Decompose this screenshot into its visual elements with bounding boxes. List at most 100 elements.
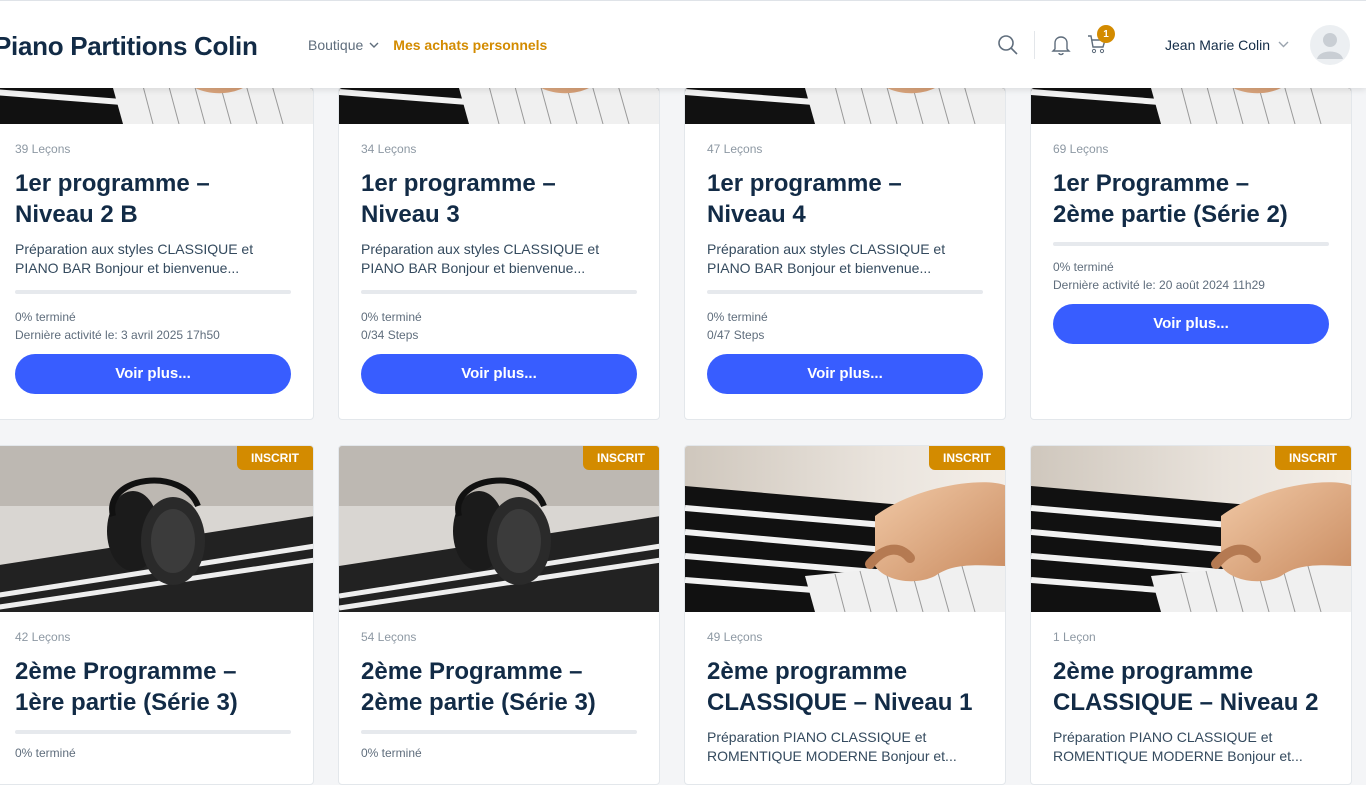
lesson-count: 69 Leçons: [1053, 142, 1109, 156]
search-icon[interactable]: [990, 27, 1026, 63]
avatar[interactable]: [1310, 25, 1350, 65]
progress-bar: [15, 730, 291, 734]
course-card[interactable]: INSCRIT 49 Leçons 2ème programme CLASSIQU…: [684, 445, 1006, 785]
course-card[interactable]: 47 Leçons 1er programme – Niveau 4 Prépar…: [684, 87, 1006, 420]
course-desc-line1: Préparation PIANO CLASSIQUE et: [707, 729, 927, 745]
lesson-count: 47 Leçons: [707, 142, 763, 156]
nav-mes-achats[interactable]: Mes achats personnels: [393, 37, 547, 53]
course-desc-line2: PIANO BAR Bonjour et bienvenue...: [707, 260, 932, 276]
cart-count-badge: 1: [1097, 25, 1115, 43]
course-title-line1: 2ème programme: [707, 658, 908, 685]
course-title-line1: 1er programme –: [361, 170, 556, 197]
course-title-line1: 1er Programme –: [1053, 170, 1250, 197]
course-title-line2: CLASSIQUE – Niveau 2: [1053, 689, 1319, 716]
course-thumbnail: [1031, 88, 1351, 124]
piano-image: [339, 88, 659, 124]
course-status: 0% terminé: [15, 744, 291, 762]
course-thumbnail: [0, 88, 313, 124]
chevron-down-icon: [369, 40, 379, 51]
enrolled-badge: INSCRIT: [237, 446, 313, 470]
course-title-line2: Niveau 3: [361, 201, 460, 228]
chevron-down-icon: [1278, 39, 1289, 51]
progress-bar: [15, 290, 291, 294]
course-title-line2: 2ème partie (Série 3): [361, 689, 596, 716]
course-status: 0% terminé 0/47 Steps: [707, 308, 983, 344]
course-title-line1: 1er programme –: [15, 170, 210, 197]
main-nav: Boutique Mes achats personnels: [308, 37, 547, 53]
course-desc-line1: Préparation PIANO CLASSIQUE et: [1053, 729, 1273, 745]
piano-image: [0, 88, 313, 124]
course-status: 0% terminé Dernière activité le: 20 août …: [1053, 258, 1329, 294]
headphones-image: [0, 446, 313, 612]
lesson-count: 42 Leçons: [15, 630, 71, 644]
voir-plus-button[interactable]: Voir plus...: [361, 354, 637, 394]
voir-plus-button[interactable]: Voir plus...: [1053, 304, 1329, 344]
course-card[interactable]: INSCRIT 42 Leçons 2ème Programme – 1ère p…: [0, 445, 314, 785]
course-thumbnail: [685, 88, 1005, 124]
course-title[interactable]: 1er programme – Niveau 3: [361, 168, 637, 230]
enrolled-badge: INSCRIT: [583, 446, 659, 470]
header-actions: 1: [990, 25, 1115, 65]
lesson-count: 49 Leçons: [707, 630, 763, 644]
lesson-count: 34 Leçons: [361, 142, 417, 156]
course-desc-line1: Préparation aux styles CLASSIQUE et: [707, 241, 946, 257]
course-status: 0% terminé Dernière activité le: 3 avril …: [15, 308, 291, 344]
piano-image: [685, 88, 1005, 124]
voir-plus-button[interactable]: Voir plus...: [707, 354, 983, 394]
course-description: Préparation aux styles CLASSIQUE et PIANO…: [707, 240, 983, 278]
course-desc-line2: ROMENTIQUE MODERNE Bonjour et...: [1053, 748, 1303, 764]
divider: [1034, 31, 1035, 59]
course-card[interactable]: 39 Leçons 1er programme – Niveau 2 B Prép…: [0, 87, 314, 420]
course-card[interactable]: INSCRIT 54 Leçons 2ème Programme – 2ème p…: [338, 445, 660, 785]
course-card[interactable]: 34 Leçons 1er programme – Niveau 3 Prépar…: [338, 87, 660, 420]
lesson-count: 1 Leçon: [1053, 630, 1096, 644]
course-description: Préparation PIANO CLASSIQUE et ROMENTIQUE…: [1053, 728, 1329, 766]
course-thumbnail: INSCRIT: [1031, 446, 1351, 612]
voir-plus-button[interactable]: Voir plus...: [15, 354, 291, 394]
course-description: Préparation aux styles CLASSIQUE et PIANO…: [15, 240, 291, 278]
course-title-line1: 1er programme –: [707, 170, 902, 197]
cart-button[interactable]: 1: [1079, 25, 1115, 63]
progress-text: 0% terminé: [707, 310, 768, 324]
course-title[interactable]: 1er programme – Niveau 4: [707, 168, 983, 230]
progress-bar: [361, 730, 637, 734]
site-logo[interactable]: Piano Partitions Colin: [0, 31, 258, 62]
course-card[interactable]: 69 Leçons 1er Programme – 2ème partie (Sé…: [1030, 87, 1352, 420]
course-card[interactable]: INSCRIT 1 Leçon 2ème programme CLASSIQUE …: [1030, 445, 1352, 785]
course-desc-line2: ROMENTIQUE MODERNE Bonjour et...: [707, 748, 957, 764]
course-title-line2: Niveau 4: [707, 201, 806, 228]
course-title-line1: 2ème Programme –: [361, 658, 583, 685]
nav-boutique[interactable]: Boutique: [308, 37, 379, 53]
user-name: Jean Marie Colin: [1165, 37, 1271, 53]
piano-hands-image: [1031, 446, 1351, 612]
course-title[interactable]: 2ème programme CLASSIQUE – Niveau 1: [707, 656, 983, 718]
enrolled-badge: INSCRIT: [1275, 446, 1351, 470]
course-title-line1: 2ème programme: [1053, 658, 1254, 685]
course-thumbnail: INSCRIT: [685, 446, 1005, 612]
steps-text: 0/34 Steps: [361, 328, 419, 342]
course-title[interactable]: 2ème programme CLASSIQUE – Niveau 2: [1053, 656, 1329, 718]
piano-hands-image: [685, 446, 1005, 612]
course-desc-line1: Préparation aux styles CLASSIQUE et: [361, 241, 600, 257]
course-desc-line1: Préparation aux styles CLASSIQUE et: [15, 241, 254, 257]
course-status: 0% terminé 0/34 Steps: [361, 308, 637, 344]
course-status: 0% terminé: [361, 744, 637, 762]
course-title-line2: Niveau 2 B: [15, 201, 138, 228]
bell-icon[interactable]: [1043, 27, 1079, 63]
course-title[interactable]: 2ème Programme – 1ère partie (Série 3): [15, 656, 291, 718]
course-desc-line2: PIANO BAR Bonjour et bienvenue...: [15, 260, 240, 276]
lesson-count: 39 Leçons: [15, 142, 71, 156]
last-activity-text: Dernière activité le: 20 août 2024 11h29: [1053, 278, 1265, 292]
enrolled-badge: INSCRIT: [929, 446, 1005, 470]
progress-text: 0% terminé: [361, 746, 422, 760]
lesson-count: 54 Leçons: [361, 630, 417, 644]
course-title[interactable]: 2ème Programme – 2ème partie (Série 3): [361, 656, 637, 718]
user-menu[interactable]: Jean Marie Colin: [1165, 37, 1289, 53]
course-title[interactable]: 1er Programme – 2ème partie (Série 2): [1053, 168, 1329, 230]
course-title[interactable]: 1er programme – Niveau 2 B: [15, 168, 291, 230]
course-title-line2: 2ème partie (Série 2): [1053, 201, 1288, 228]
last-activity-text: Dernière activité le: 3 avril 2025 17h50: [15, 328, 220, 342]
progress-bar: [707, 290, 983, 294]
course-description: Préparation aux styles CLASSIQUE et PIANO…: [361, 240, 637, 278]
course-thumbnail: [339, 88, 659, 124]
